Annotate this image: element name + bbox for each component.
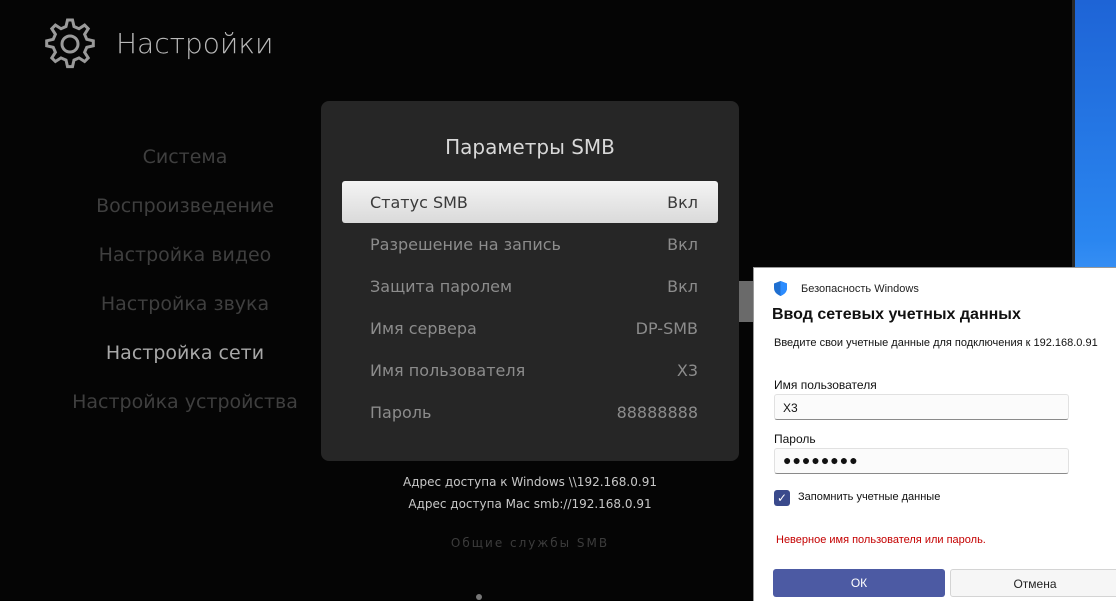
smb-row-value: Вкл — [667, 276, 698, 296]
smb-settings-dialog: Параметры SMB Статус SMB Вкл Разрешение … — [321, 101, 739, 461]
smb-row-label: Разрешение на запись — [370, 234, 561, 254]
error-message: Неверное имя пользователя или пароль. — [776, 534, 986, 546]
page-title: Настройки — [116, 27, 274, 60]
smb-row-server-name[interactable]: Имя сервера DP-SMB — [342, 307, 718, 349]
smb-row-password-protection[interactable]: Защита паролем Вкл — [342, 265, 718, 307]
menu-item-network[interactable]: Настройка сети — [70, 336, 300, 385]
smb-row-status[interactable]: Статус SMB Вкл — [342, 181, 718, 223]
ok-button[interactable]: ОК — [773, 569, 945, 597]
smb-row-value: DP-SMB — [635, 318, 698, 338]
smb-row-value: Вкл — [667, 234, 698, 254]
smb-row-username[interactable]: Имя пользователя X3 — [342, 349, 718, 391]
smb-row-write-permission[interactable]: Разрешение на запись Вкл — [342, 223, 718, 265]
smb-services-label: Общие службы SMB — [450, 536, 610, 550]
smb-row-label: Имя сервера — [370, 318, 477, 338]
smb-row-label: Статус SMB — [370, 192, 468, 212]
password-label: Пароль — [774, 432, 816, 446]
windows-credential-dialog: Безопасность Windows Ввод сетевых учетны… — [753, 267, 1116, 601]
menu-item-system[interactable]: Система — [70, 140, 300, 189]
smb-row-label: Защита паролем — [370, 276, 513, 296]
smb-row-value: X3 — [676, 360, 698, 380]
menu-item-video[interactable]: Настройка видео — [70, 238, 300, 287]
mac-access-address: Адрес доступа Mac smb://192.168.0.91 — [408, 497, 652, 511]
scroll-indicator — [739, 281, 753, 322]
username-label: Имя пользователя — [774, 378, 877, 392]
dialog-description: Введите свои учетные данные для подключе… — [774, 337, 1098, 349]
smb-row-label: Имя пользователя — [370, 360, 526, 380]
menu-item-audio[interactable]: Настройка звука — [70, 287, 300, 336]
smb-row-label: Пароль — [370, 402, 432, 422]
dialog-title: Ввод сетевых учетных данных — [772, 306, 1021, 323]
password-field[interactable]: ●●●●●●●● — [774, 448, 1069, 474]
smb-row-value: 88888888 — [616, 402, 698, 422]
remember-label: Запомнить учетные данные — [798, 491, 941, 503]
settings-menu: Система Воспроизведение Настройка видео … — [70, 140, 300, 434]
windows-access-address: Адрес доступа к Windows \\192.168.0.91 — [403, 475, 657, 489]
gear-icon — [45, 18, 95, 69]
smb-dialog-title: Параметры SMB — [445, 135, 615, 159]
menu-item-device[interactable]: Настройка устройства — [70, 385, 300, 434]
smb-row-value: Вкл — [667, 192, 698, 212]
dialog-header: Безопасность Windows — [774, 281, 919, 296]
username-field[interactable]: X3 — [774, 394, 1069, 420]
smb-row-password[interactable]: Пароль 88888888 — [342, 391, 718, 433]
app-name: Безопасность Windows — [801, 282, 919, 295]
menu-item-playback[interactable]: Воспроизведение — [70, 189, 300, 238]
remember-checkbox[interactable]: ✓ — [774, 490, 790, 506]
page-indicator-dot — [476, 594, 482, 600]
shield-icon — [774, 281, 787, 296]
cancel-button[interactable]: Отмена — [950, 569, 1116, 597]
